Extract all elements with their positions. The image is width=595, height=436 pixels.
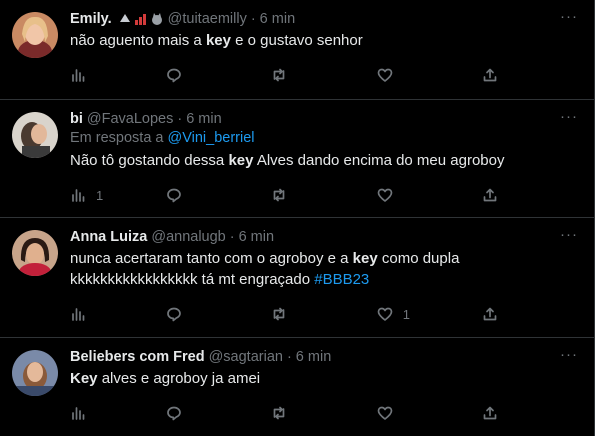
avatar[interactable] bbox=[12, 350, 58, 396]
author-name[interactable]: bi bbox=[70, 110, 83, 128]
views-button[interactable]: 1 bbox=[70, 187, 166, 203]
badge-icon bbox=[119, 14, 130, 22]
author-handle[interactable]: @FavaLopes bbox=[87, 110, 173, 128]
reply-icon bbox=[166, 307, 181, 322]
retweet-button[interactable] bbox=[271, 306, 377, 322]
retweet-icon bbox=[273, 406, 285, 420]
author-handle[interactable]: @annalugb bbox=[151, 228, 225, 246]
timestamp[interactable]: 6 min bbox=[260, 10, 295, 28]
share-button[interactable] bbox=[482, 187, 578, 203]
tweet[interactable]: Beliebers com Fred @sagtarian · 6 min ··… bbox=[0, 338, 594, 436]
tweet-actions bbox=[70, 57, 578, 93]
reply-button[interactable] bbox=[166, 67, 272, 83]
like-button[interactable]: 1 bbox=[377, 306, 483, 322]
tweet-actions: 1 bbox=[70, 296, 578, 332]
like-icon bbox=[377, 307, 393, 321]
share-icon bbox=[484, 68, 497, 82]
views-count: 1 bbox=[96, 187, 104, 203]
text-segment: como dupla bbox=[377, 250, 460, 267]
tweet-text: não aguento mais a key e o gustavo senho… bbox=[70, 30, 578, 51]
more-options-icon[interactable]: ··· bbox=[560, 347, 578, 362]
share-button[interactable] bbox=[482, 306, 578, 322]
views-icon bbox=[72, 69, 85, 82]
retweet-icon bbox=[273, 188, 285, 202]
retweet-icon bbox=[273, 68, 285, 82]
views-button[interactable] bbox=[70, 405, 166, 421]
like-icon bbox=[377, 406, 393, 420]
like-button[interactable] bbox=[377, 187, 483, 203]
tweet[interactable]: Anna Luiza @annalugb · 6 min ··· nunca a… bbox=[0, 218, 594, 338]
reply-icon bbox=[166, 68, 181, 83]
views-button[interactable] bbox=[70, 306, 166, 322]
like-button[interactable] bbox=[377, 405, 483, 421]
highlight-keyword: Key bbox=[70, 370, 98, 387]
separator: · bbox=[177, 111, 183, 127]
tweet-actions: 1 bbox=[70, 177, 578, 213]
more-options-icon[interactable]: ··· bbox=[560, 9, 578, 24]
highlight-keyword: key bbox=[205, 32, 231, 49]
share-icon bbox=[484, 406, 497, 420]
tweet-text: nunca acertaram tanto com o agroboy e a … bbox=[70, 248, 578, 290]
share-icon bbox=[484, 307, 497, 321]
reply-button[interactable] bbox=[166, 187, 272, 203]
text-segment: Não tô gostando dessa bbox=[70, 152, 229, 169]
text-segment: e o gustavo senhor bbox=[230, 32, 363, 49]
retweet-button[interactable] bbox=[271, 405, 377, 421]
text-segment: não aguento mais a bbox=[70, 32, 206, 49]
tweet-text: Não tô gostando dessa key Alves dando en… bbox=[70, 150, 578, 171]
timestamp[interactable]: 6 min bbox=[296, 348, 331, 366]
tweet[interactable]: Emily. @tuitaemilly · 6 min ··· não ague… bbox=[0, 0, 594, 100]
reply-icon bbox=[166, 406, 181, 421]
author-handle[interactable]: @sagtarian bbox=[209, 348, 283, 366]
text-segment: nunca acertaram tanto com o agroboy e a bbox=[70, 250, 353, 267]
avatar[interactable] bbox=[12, 112, 58, 158]
timestamp[interactable]: 6 min bbox=[186, 110, 221, 128]
retweet-button[interactable] bbox=[271, 187, 377, 203]
more-options-icon[interactable]: ··· bbox=[560, 227, 578, 242]
views-button[interactable] bbox=[70, 67, 166, 83]
text-segment: kkkkkkkkkkkkkkkkk tá mt engraçado bbox=[70, 271, 315, 288]
author-name[interactable]: Emily. bbox=[70, 10, 112, 28]
separator: · bbox=[286, 349, 292, 365]
more-options-icon[interactable]: ··· bbox=[560, 109, 578, 124]
timestamp[interactable]: 6 min bbox=[239, 228, 274, 246]
tweet[interactable]: bi @FavaLopes · 6 min ··· Em resposta a … bbox=[0, 100, 594, 218]
reply-icon bbox=[166, 188, 181, 203]
text-segment: Alves dando encima do meu agroboy bbox=[253, 152, 505, 169]
author-name[interactable]: Anna Luiza bbox=[70, 228, 147, 246]
views-icon bbox=[72, 189, 85, 202]
avatar[interactable] bbox=[12, 12, 58, 58]
avatar[interactable] bbox=[12, 230, 58, 276]
like-icon bbox=[377, 68, 393, 82]
separator: · bbox=[229, 229, 235, 245]
like-count: 1 bbox=[402, 306, 411, 322]
timeline: Emily. @tuitaemilly · 6 min ··· não ague… bbox=[0, 0, 595, 436]
share-button[interactable] bbox=[482, 405, 578, 421]
reply-prefix: Em resposta a bbox=[70, 130, 168, 146]
tweet-text: Key alves e agroboy ja amei bbox=[70, 368, 578, 389]
tweet-actions bbox=[70, 395, 578, 431]
highlight-keyword: key bbox=[352, 250, 378, 267]
share-button[interactable] bbox=[482, 67, 578, 83]
hashtag-link[interactable]: #BBB23 bbox=[314, 271, 369, 288]
reply-to-link[interactable]: @Vini_berriel bbox=[168, 130, 255, 146]
views-icon bbox=[72, 407, 85, 420]
like-icon bbox=[377, 188, 393, 202]
cat-badge-icon bbox=[151, 13, 162, 25]
views-icon bbox=[72, 308, 85, 321]
reply-button[interactable] bbox=[166, 405, 272, 421]
author-name[interactable]: Beliebers com Fred bbox=[70, 348, 205, 366]
reply-button[interactable] bbox=[166, 306, 272, 322]
text-segment: alves e agroboy ja amei bbox=[97, 370, 261, 387]
chart-badge-icon bbox=[134, 14, 146, 25]
profile-badges bbox=[118, 12, 164, 26]
reply-context: Em resposta a @Vini_berriel bbox=[70, 128, 578, 148]
highlight-keyword: key bbox=[228, 152, 254, 169]
retweet-icon bbox=[273, 307, 285, 321]
share-icon bbox=[484, 188, 497, 202]
like-button[interactable] bbox=[377, 67, 483, 83]
author-handle[interactable]: @tuitaemilly bbox=[168, 10, 247, 28]
separator: · bbox=[250, 11, 256, 27]
retweet-button[interactable] bbox=[271, 67, 377, 83]
